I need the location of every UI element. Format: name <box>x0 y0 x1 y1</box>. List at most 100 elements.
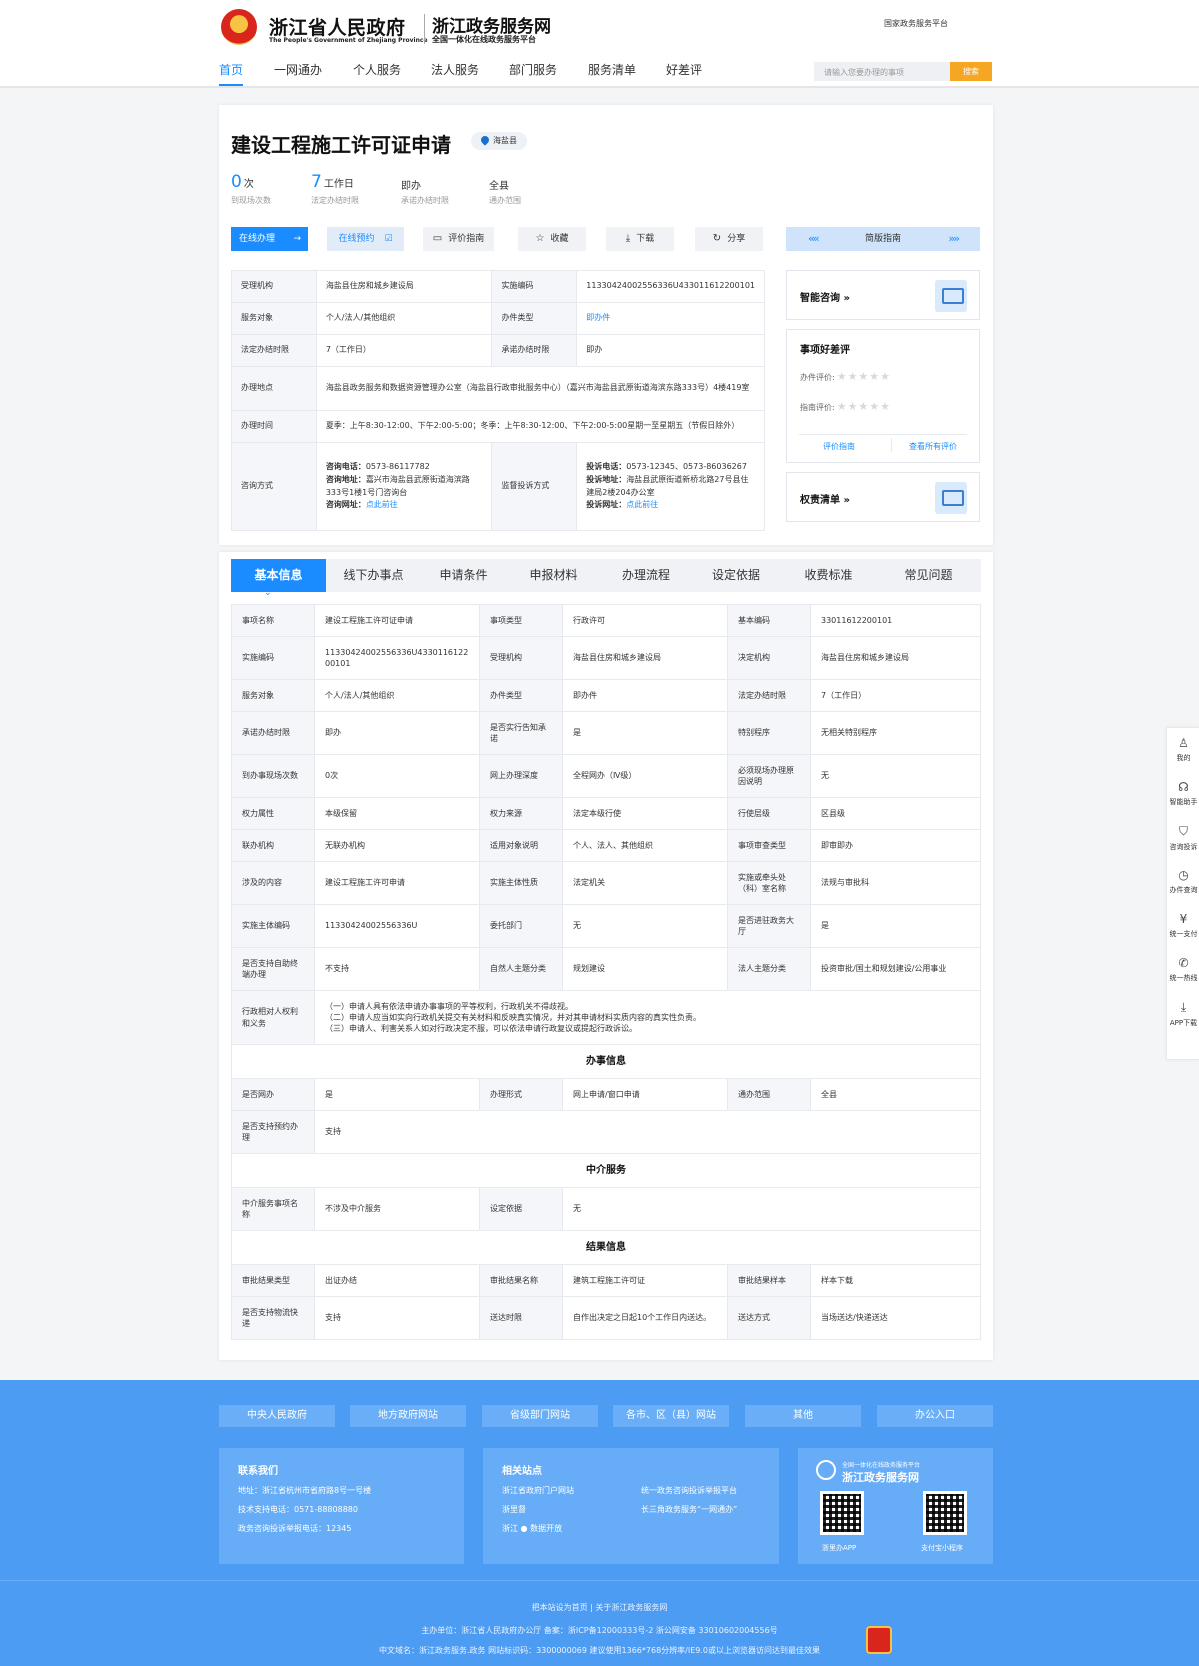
section-title-result: 结果信息 <box>231 1230 981 1265</box>
national-platform-link[interactable]: 国家政务服务平台 <box>884 18 948 29</box>
nav-department[interactable]: 部门服务 <box>509 61 557 84</box>
float-assistant[interactable]: ☊ 智能助手 <box>1167 780 1199 807</box>
tab-materials[interactable]: 申报材料 <box>506 559 601 592</box>
brief-guide-button[interactable]: ‹‹‹‹ 简版指南 ›››› <box>786 227 980 251</box>
related-link[interactable]: 长三角政务服务“一网通办” <box>641 1504 737 1515</box>
all-ratings-link[interactable]: 查看所有评价 <box>909 441 957 452</box>
consult-web-link[interactable]: 点此前往 <box>366 500 398 509</box>
float-pay[interactable]: ¥ 统一支付 <box>1167 912 1199 939</box>
gov-name-cn[interactable]: 浙江省人民政府 <box>269 13 406 40</box>
field-value: 法定本级行使 <box>562 797 728 830</box>
float-complaint[interactable]: ⛉ 咨询投诉 <box>1167 824 1199 852</box>
case-rating-row[interactable]: 办件评价: ★★★★★ <box>800 370 891 383</box>
rating-guide-link[interactable]: 评价指南 <box>823 441 855 452</box>
consult-phone: 0573-86117782 <box>365 461 430 471</box>
complaint-web-key: 投诉网址： <box>586 500 627 510</box>
field-key: 委托部门 <box>479 904 563 948</box>
float-app[interactable]: ⤓ APP下载 <box>1167 1000 1199 1028</box>
online-reserve-button[interactable]: 在线预约 ☑ <box>327 227 404 251</box>
footer-link-other[interactable]: 其他 <box>745 1405 861 1427</box>
nav-personal[interactable]: 个人服务 <box>353 61 401 84</box>
star-rating-icon[interactable]: ★★★★★ <box>837 400 891 413</box>
info-key: 法定办结时限 <box>231 334 317 367</box>
related-link[interactable]: 浙江 ● 数据开放 <box>502 1523 562 1534</box>
site-header: 浙江省人民政府 The People's Government of Zheji… <box>0 0 1199 88</box>
float-query-label: 办件查询 <box>1169 886 1198 894</box>
table-row: 事项名称 建设工程施工许可证申请 事项类型 行政许可 基本编码 33011612200… <box>231 604 981 637</box>
field-value: 全县 <box>810 1078 981 1111</box>
float-hotline[interactable]: ✆ 统一热线 <box>1167 956 1199 983</box>
nav-corporate[interactable]: 法人服务 <box>431 61 479 84</box>
online-apply-label: 在线办理 <box>239 234 276 244</box>
field-value: 无 <box>562 1187 981 1231</box>
float-assistant-label: 智能助手 <box>1169 798 1198 806</box>
consult-phone-key: 咨询电话： <box>325 461 366 471</box>
nav-rating[interactable]: 好差评 <box>666 61 702 84</box>
tab-conditions[interactable]: 申请条件 <box>421 559 506 592</box>
power-list-box[interactable]: 权责清单 » <box>786 472 980 522</box>
download-label: 下载 <box>636 234 655 244</box>
location-pin-icon <box>479 134 491 146</box>
site-footer: 中央人民政府 地方政府网站 省级部门网站 各市、区（县）网站 其他 办公入口 联… <box>0 1380 1199 1666</box>
float-query[interactable]: ◷ 办件查询 <box>1167 868 1199 895</box>
tab-faq[interactable]: 常见问题 <box>876 559 981 592</box>
field-key: 法定办结时限 <box>727 679 811 712</box>
field-value: 33011612200101 <box>810 604 981 637</box>
collect-button[interactable]: ☆ 收藏 <box>518 227 586 251</box>
table-row: 联办机构 无联办机构 适用对象说明 个人、法人、其他组织 事项审查类型 即审即办 <box>231 829 981 862</box>
footer-set-home-about[interactable]: 把本站设为首页 | 关于浙江政务服务网 <box>0 1602 1199 1613</box>
complaint-phone-key: 投诉电话： <box>586 461 627 471</box>
complaint-web-link[interactable]: 点此前往 <box>626 500 658 509</box>
online-reserve-label: 在线预约 <box>338 234 375 244</box>
field-key: 中介服务事项名称 <box>231 1187 315 1231</box>
nav-service-list[interactable]: 服务清单 <box>588 61 636 84</box>
table-row: 实施主体编码 11330424002556336U 委托部门无 是否进驻政务大厅是 <box>231 904 981 948</box>
qr-app-label: 浙里办APP <box>822 1544 857 1552</box>
field-value: 7（工作日） <box>810 679 981 712</box>
stat-visits-label: 到现场次数 <box>231 196 271 205</box>
tab-offline-points[interactable]: 线下办事点 <box>326 559 421 592</box>
stat-legal-label: 法定办结时限 <box>311 196 359 205</box>
field-key: 联办机构 <box>231 829 315 862</box>
nav-home[interactable]: 首页 <box>219 61 244 86</box>
guide-rating-row[interactable]: 指南评价: ★★★★★ <box>800 400 891 413</box>
sample-download-link[interactable]: 样本下载 <box>810 1264 981 1297</box>
float-hotline-label: 统一热线 <box>1169 974 1198 982</box>
related-link[interactable]: 浙江省政府门户网站 <box>502 1485 574 1496</box>
eval-guide-button[interactable]: ▭ 评价指南 <box>423 227 494 251</box>
search-input[interactable]: 请输入您要办理的事项 <box>814 62 950 81</box>
footer-link-provincial[interactable]: 省级部门网站 <box>482 1405 598 1427</box>
smart-consult-box[interactable]: 智能咨询 » <box>786 270 980 320</box>
share-button[interactable]: ↻ 分享 <box>695 227 763 251</box>
handle-type-link[interactable]: 即办件 <box>562 679 728 712</box>
float-my-label: 我的 <box>1176 754 1191 762</box>
field-key: 是否进驻政务大厅 <box>727 904 811 948</box>
tab-basis[interactable]: 设定依据 <box>691 559 781 592</box>
qr-alipay-label: 支付宝小程序 <box>921 1544 963 1552</box>
search-button[interactable]: 搜索 <box>950 62 992 81</box>
footer-link-office[interactable]: 办公入口 <box>877 1405 993 1427</box>
headset-icon: ☊ <box>1178 780 1189 794</box>
tab-fees[interactable]: 收费标准 <box>781 559 876 592</box>
related-link[interactable]: 浙里督 <box>502 1504 526 1515</box>
field-value: 不支持 <box>314 947 480 991</box>
collect-label: 收藏 <box>550 234 569 244</box>
table-row: 实施编码 11330424002556336U433011612200101 受理… <box>231 636 981 680</box>
field-value: 无 <box>562 904 728 948</box>
related-link[interactable]: 统一政务咨询投诉举报平台 <box>641 1485 737 1496</box>
online-apply-button[interactable]: 在线办理 → <box>231 227 308 251</box>
location-badge[interactable]: 海盐县 <box>471 132 527 150</box>
download-button[interactable]: ⤓ 下载 <box>606 227 674 251</box>
tab-basic-info[interactable]: 基本信息 <box>231 559 326 592</box>
footer-link-central[interactable]: 中央人民政府 <box>219 1405 335 1427</box>
handle-type-link[interactable]: 即办件 <box>576 302 765 335</box>
field-key: 实施主体编码 <box>231 904 315 948</box>
info-value: 即办 <box>576 334 765 367</box>
gov-badge-icon[interactable] <box>866 1626 892 1654</box>
footer-link-local[interactable]: 地方政府网站 <box>350 1405 466 1427</box>
nav-one-stop[interactable]: 一网通办 <box>274 61 322 84</box>
footer-link-city[interactable]: 各市、区（县）网站 <box>613 1405 729 1427</box>
float-my[interactable]: ♙ 我的 <box>1167 736 1199 763</box>
tab-process[interactable]: 办理流程 <box>601 559 691 592</box>
star-rating-icon[interactable]: ★★★★★ <box>837 370 891 383</box>
